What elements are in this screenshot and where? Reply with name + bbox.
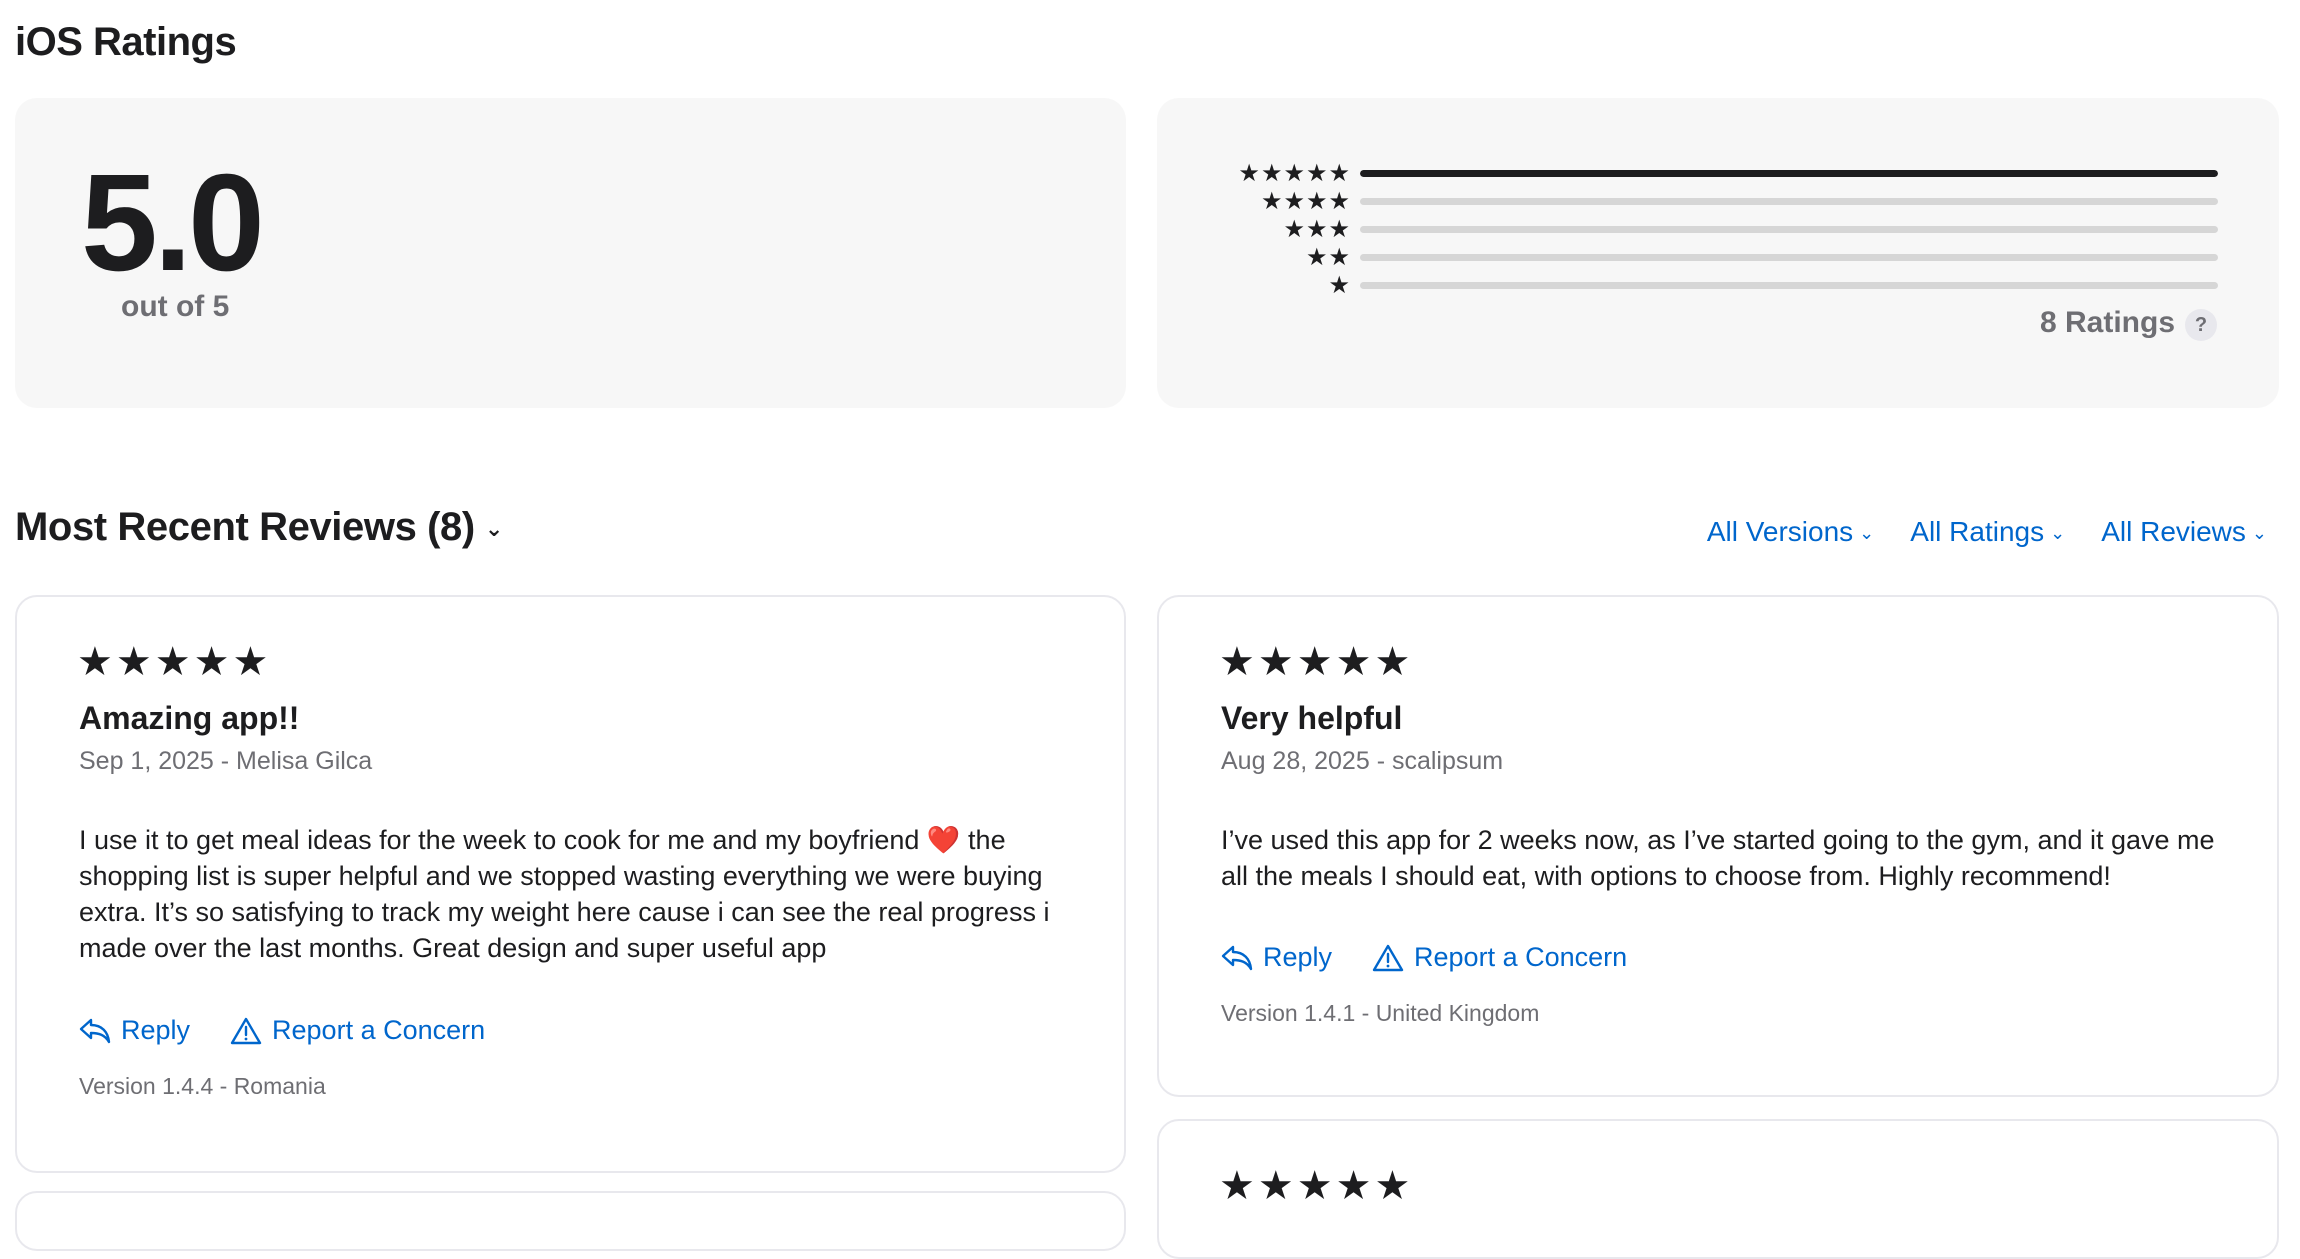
report-label: Report a Concern: [272, 1015, 486, 1045]
histogram-bar: [1360, 282, 2218, 289]
ratings-section-title: iOS Ratings: [15, 20, 237, 64]
chevron-down-icon: ⌄: [1859, 523, 1875, 544]
histogram-row-4-stars: ★★★★: [1157, 188, 2279, 215]
histogram-bar: [1360, 226, 2218, 233]
reply-arrow-icon: [1221, 945, 1253, 970]
review-date-author: Aug 28, 2025 - scalipsum: [1221, 747, 1504, 775]
help-icon[interactable]: ?: [2185, 309, 2217, 341]
report-label: Report a Concern: [1414, 942, 1628, 972]
report-concern-button[interactable]: Report a Concern: [1372, 942, 1627, 973]
review-body: I’ve used this app for 2 weeks now, as I…: [1221, 825, 2215, 891]
review-actions: Reply Report a Concern: [79, 1015, 485, 1046]
filter-label: All Ratings: [1910, 516, 2045, 547]
histogram-stars-label: ★★: [1305, 244, 1351, 271]
filter-all-versions[interactable]: All Versions ⌄: [1707, 516, 1874, 548]
histogram-stars-label: ★: [1328, 272, 1351, 299]
review-version-country: Version 1.4.1 - United Kingdom: [1221, 1000, 1540, 1026]
filter-all-reviews[interactable]: All Reviews ⌄: [2101, 516, 2267, 548]
histogram-row-1-star: ★: [1157, 272, 2279, 299]
review-star-rating: ★★★★★: [77, 640, 272, 684]
reviews-section-title[interactable]: Most Recent Reviews (8) ⌄: [15, 505, 503, 550]
review-version-country: Version 1.4.4 - Romania: [79, 1073, 326, 1099]
filter-all-ratings[interactable]: All Ratings ⌄: [1910, 516, 2065, 548]
reply-label: Reply: [1263, 942, 1333, 972]
filter-label: All Versions: [1706, 516, 1854, 547]
reply-button[interactable]: Reply: [79, 1015, 190, 1046]
average-rating-card: 5.0 out of 5: [15, 98, 1126, 408]
histogram-stars-label: ★★★★★: [1238, 160, 1351, 187]
average-rating-value: 5.0: [81, 146, 265, 300]
review-filters: All Versions ⌄ All Ratings ⌄ All Reviews ⌄: [1707, 516, 2267, 548]
chevron-down-icon: ⌄: [484, 516, 503, 542]
warning-triangle-icon: [230, 1017, 262, 1044]
histogram-bar: [1360, 170, 2218, 177]
filter-label: All Reviews: [2101, 516, 2246, 547]
review-title: Amazing app!!: [79, 700, 300, 736]
review-card: ★★★★★ Amazing app!! Sep 1, 2025 - Melisa…: [15, 595, 1126, 1173]
histogram-row-5-stars: ★★★★★: [1157, 160, 2279, 187]
reviews-title-text: Most Recent Reviews (8): [15, 505, 475, 549]
review-star-rating: ★★★★★: [1219, 1164, 1414, 1208]
histogram-bar: [1360, 198, 2218, 205]
histogram-row-3-stars: ★★★: [1157, 216, 2279, 243]
review-body: I use it to get meal ideas for the week …: [79, 825, 1050, 963]
average-rating-scale: out of 5: [121, 290, 230, 323]
warning-triangle-icon: [1372, 944, 1404, 971]
reply-button[interactable]: Reply: [1221, 942, 1332, 973]
review-card: ★★★★★: [1157, 1119, 2279, 1259]
reply-arrow-icon: [79, 1018, 111, 1043]
review-actions: Reply Report a Concern: [1221, 942, 1627, 973]
histogram-stars-label: ★★★★: [1260, 188, 1351, 215]
review-title: Very helpful: [1221, 700, 1403, 736]
ratings-count: 8 Ratings: [2039, 306, 2175, 339]
review-star-rating: ★★★★★: [1219, 640, 1414, 684]
chevron-down-icon: ⌄: [2251, 523, 2267, 544]
histogram-stars-label: ★★★: [1283, 216, 1351, 243]
chevron-down-icon: ⌄: [2050, 523, 2066, 544]
histogram-bar-fill: [1360, 170, 2218, 177]
review-card: ★★★★★ Very helpful Aug 28, 2025 - scalip…: [1157, 595, 2279, 1097]
report-concern-button[interactable]: Report a Concern: [230, 1015, 485, 1046]
reply-label: Reply: [121, 1015, 191, 1045]
rating-histogram-card: ★★★★★ ★★★★ ★★★ ★★ ★ 8 Ratings ?: [1157, 98, 2279, 408]
histogram-bar: [1360, 254, 2218, 261]
review-card: [15, 1191, 1126, 1251]
review-date-author: Sep 1, 2025 - Melisa Gilca: [79, 747, 373, 775]
histogram-row-2-stars: ★★: [1157, 244, 2279, 271]
